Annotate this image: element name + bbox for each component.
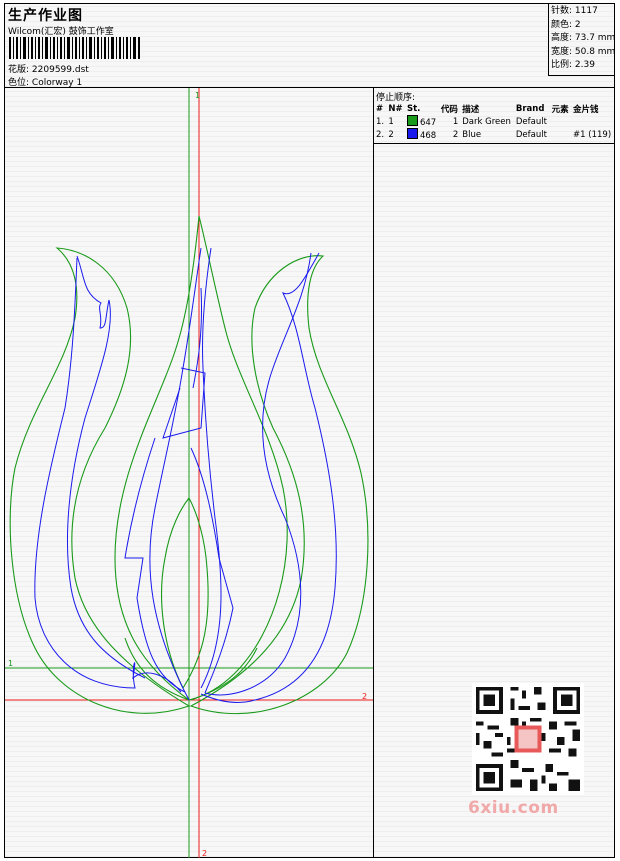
- row-stitches: 468: [405, 128, 439, 141]
- col-code: 代码: [440, 104, 458, 115]
- design-preview: 1 1 2 2: [5, 88, 374, 858]
- row-sequin: #1 (119): [573, 129, 612, 140]
- row-n: 1: [388, 116, 394, 127]
- row-code: 2: [452, 129, 459, 140]
- row-code: 1: [452, 116, 459, 127]
- col-element: 元素: [551, 104, 569, 115]
- design-info: 花版: 2209599.dst: [8, 62, 89, 75]
- stop-sequence-panel: 停止顺序: # N# St. 代码 描述 Brand 元素 金片钱 1. 1 6…: [374, 88, 614, 858]
- stat-width: 宽度: 50.8 mm: [551, 46, 616, 57]
- stat-height: 高度: 73.7 mm: [551, 33, 616, 43]
- page-title: 生产作业图: [8, 8, 83, 24]
- table-row: 2. 2 468 2 Blue Default #1 (119): [374, 128, 614, 141]
- colorway-label: 色位:: [8, 78, 30, 88]
- company-name: Wilcom(汇宏) 鼓饰工作室: [8, 27, 114, 37]
- stop-sequence-table: # N# St. 代码 描述 Brand 元素 金片钱 1. 1 647 1 D…: [374, 102, 614, 142]
- row-sequin: [571, 115, 614, 128]
- row-desc: Dark Green: [462, 116, 511, 127]
- col-brand: Brand: [515, 103, 545, 114]
- row-element: [550, 128, 571, 141]
- stat-scale: 比例: 2.39: [551, 60, 595, 70]
- row-brand: Default: [515, 129, 547, 140]
- col-num: #: [376, 103, 384, 114]
- col-sequin: 金片钱: [573, 104, 599, 115]
- green-vertical-axis-label: 1: [195, 91, 200, 100]
- col-n: N#: [388, 103, 403, 114]
- col-desc: 描述: [462, 104, 480, 115]
- colorway-info: 色位: Colorway 1: [8, 75, 82, 88]
- production-worksheet: 生产作业图 Wilcom(汇宏) 鼓饰工作室 花版: 2209599.dst 色…: [4, 3, 615, 858]
- row-stitches: 647: [405, 115, 439, 128]
- stop-sequence-header-row: # N# St. 代码 描述 Brand 元素 金片钱: [374, 102, 614, 115]
- row-num: 1.: [376, 116, 385, 127]
- red-horizontal-axis-label: 2: [362, 692, 367, 701]
- row-brand: Default: [515, 116, 547, 127]
- tulip-embroidery-drawing: 1 1 2 2: [5, 88, 373, 858]
- color-swatch: [406, 128, 418, 139]
- colorway-value: Colorway 1: [31, 78, 83, 88]
- table-row: 1. 1 647 1 Dark Green Default: [374, 115, 614, 128]
- qr-code-icon: [472, 683, 584, 795]
- row-desc: Blue: [462, 129, 482, 140]
- col-stitches: St.: [406, 103, 421, 114]
- header: 生产作业图 Wilcom(汇宏) 鼓饰工作室 花版: 2209599.dst 色…: [5, 4, 616, 88]
- red-vertical-axis-label: 2: [202, 849, 207, 858]
- divider: [374, 143, 614, 144]
- color-swatch: [406, 115, 418, 126]
- green-horizontal-axis-label: 1: [8, 659, 13, 668]
- row-n: 2: [388, 129, 394, 140]
- design-stats: 针数: 1117 颜色: 2 高度: 73.7 mm 宽度: 50.8 mm 比…: [548, 4, 616, 76]
- design-file: 2209599.dst: [31, 65, 89, 75]
- watermark: 6xiu.com: [468, 798, 559, 818]
- stat-stitches: 针数: 1117: [551, 6, 598, 16]
- row-element: [550, 115, 571, 128]
- blue-running-stitches: [34, 247, 337, 703]
- row-num: 2.: [376, 129, 385, 140]
- barcode-icon: [9, 37, 140, 59]
- design-label: 花版:: [8, 65, 30, 75]
- stat-colors: 颜色: 2: [551, 19, 581, 30]
